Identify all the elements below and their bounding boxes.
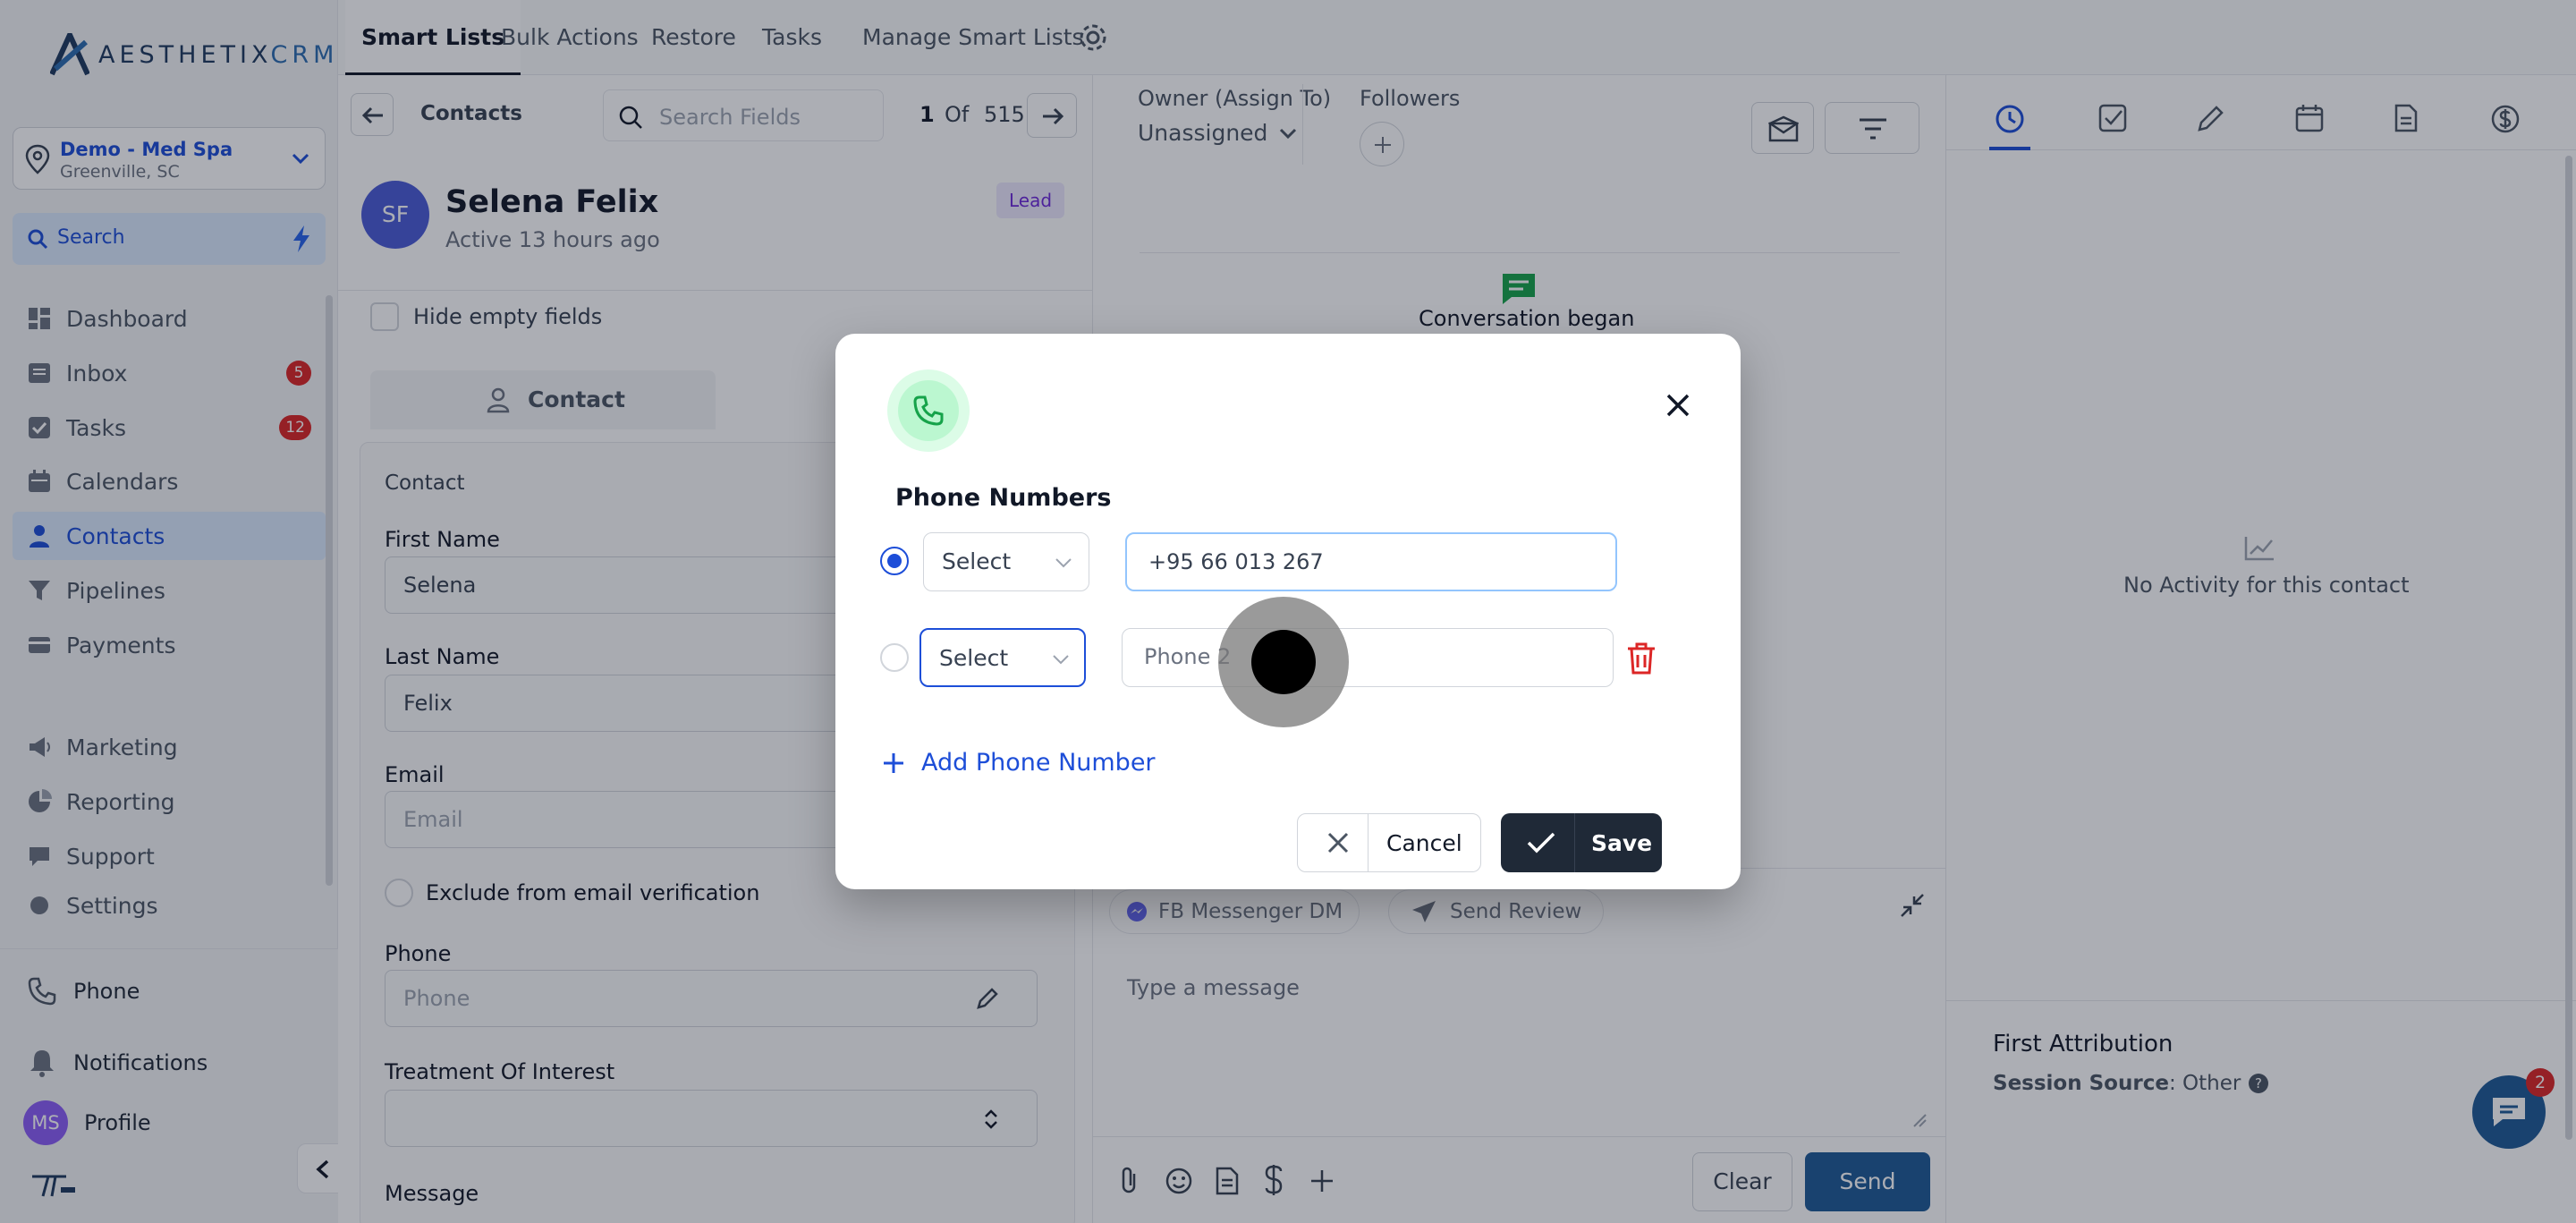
phone-icon	[913, 395, 944, 426]
save-label: Save	[1591, 829, 1653, 856]
close-icon[interactable]	[1665, 393, 1690, 418]
cancel-label: Cancel	[1386, 829, 1462, 856]
modal-title: Phone Numbers	[895, 484, 1112, 512]
phone-type-select-2[interactable]: Select	[919, 628, 1086, 687]
cancel-button[interactable]: Cancel	[1297, 813, 1481, 872]
trash-icon[interactable]	[1626, 641, 1657, 675]
add-phone-number-button[interactable]: Add Phone Number	[882, 749, 1156, 777]
modal-icon-circle	[887, 369, 970, 452]
plus-icon	[884, 752, 903, 773]
primary-phone-radio[interactable]	[880, 547, 909, 575]
phone-input-2[interactable]: Phone 2	[1122, 628, 1614, 687]
phone-type-select-2-value: Select	[939, 645, 1009, 671]
secondary-phone-radio[interactable]	[880, 643, 909, 672]
save-button[interactable]: Save	[1501, 813, 1662, 872]
phone-input-1[interactable]: +95 66 013 267	[1125, 532, 1617, 591]
chevron-down-icon	[1053, 655, 1069, 665]
touch-indicator	[1218, 597, 1349, 727]
add-phone-number-label: Add Phone Number	[921, 749, 1156, 777]
checkmark-icon	[1527, 832, 1555, 854]
phone-type-select-1[interactable]: Select	[923, 532, 1089, 591]
close-icon	[1327, 832, 1349, 854]
phone-type-select-1-value: Select	[942, 548, 1012, 574]
chevron-down-icon	[1055, 558, 1072, 568]
